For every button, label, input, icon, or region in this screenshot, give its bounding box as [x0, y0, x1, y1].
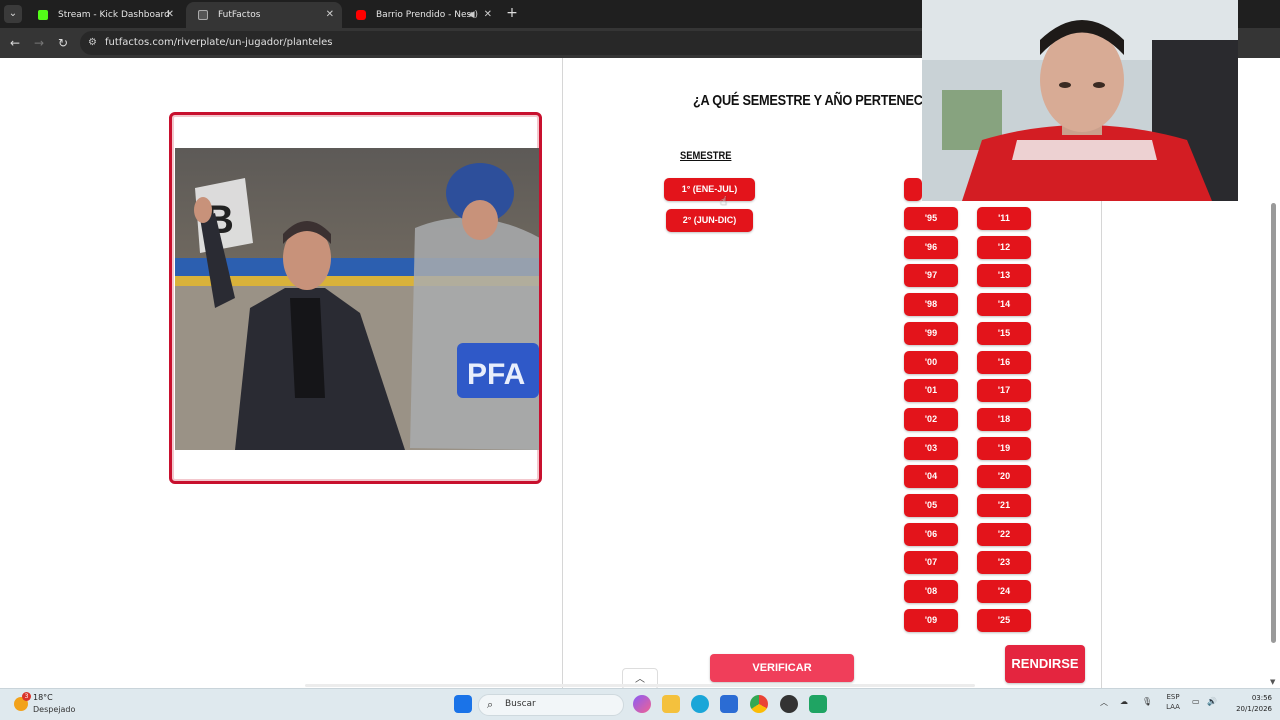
- year-button-hidden[interactable]: [904, 178, 922, 201]
- year-button[interactable]: '24: [977, 580, 1031, 604]
- year-button[interactable]: '25: [977, 608, 1031, 632]
- tab-title: Barrio Prendido - Nestor En: [376, 10, 472, 20]
- svg-text:PFA: PFA: [467, 358, 525, 391]
- year-button[interactable]: '98: [904, 293, 958, 317]
- hand-cursor-icon: ☝: [720, 194, 728, 208]
- xbox-icon[interactable]: [809, 695, 827, 713]
- year-button[interactable]: '02: [904, 407, 958, 431]
- surrender-button[interactable]: RENDIRSE: [1005, 645, 1085, 683]
- reload-icon[interactable]: ↻: [54, 34, 72, 52]
- stadium-photo-image: B PFA: [175, 148, 539, 450]
- webcam-overlay: [922, 0, 1238, 201]
- year-button[interactable]: '00: [904, 350, 958, 374]
- year-button[interactable]: '01: [904, 379, 958, 403]
- futfactos-icon: [198, 10, 208, 20]
- back-arrow-icon[interactable]: ←: [6, 34, 24, 52]
- search-placeholder: Buscar: [505, 699, 536, 709]
- year-button[interactable]: '09: [904, 608, 958, 632]
- tab-search-chevron-icon[interactable]: ⌄: [4, 5, 22, 23]
- year-button[interactable]: '13: [977, 264, 1031, 288]
- language-indicator[interactable]: ESP LAA: [1163, 692, 1183, 712]
- year-button[interactable]: '96: [904, 235, 958, 259]
- player-photo: B PFA: [175, 148, 539, 450]
- year-button[interactable]: '18: [977, 407, 1031, 431]
- year-button[interactable]: '15: [977, 321, 1031, 345]
- column-divider: [562, 58, 563, 688]
- clock-time: 03:56: [1251, 694, 1272, 702]
- windows-start-icon[interactable]: [454, 695, 472, 713]
- year-button[interactable]: '97: [904, 264, 958, 288]
- speaker-icon[interactable]: ◀): [468, 2, 478, 28]
- year-button[interactable]: '08: [904, 580, 958, 604]
- year-button[interactable]: '22: [977, 522, 1031, 546]
- tab-futfactos[interactable]: FutFactos ✕: [186, 2, 342, 28]
- volume-icon[interactable]: 🔊: [1207, 697, 1217, 706]
- semester-heading: SEMESTRE: [680, 150, 732, 162]
- network-icon[interactable]: ▭: [1192, 697, 1200, 706]
- year-button[interactable]: '06: [904, 522, 958, 546]
- horizontal-scrollbar[interactable]: [305, 684, 975, 687]
- year-button[interactable]: '99: [904, 321, 958, 345]
- year-button[interactable]: '19: [977, 436, 1031, 460]
- year-button[interactable]: '04: [904, 465, 958, 489]
- player-photo-frame: B PFA: [169, 112, 542, 484]
- verify-button[interactable]: VERIFICAR SEMESTRE/AÑO: [710, 654, 854, 702]
- year-button[interactable]: '05: [904, 494, 958, 517]
- quiz-question: ¿A QUÉ SEMESTRE Y AÑO PERTENECE L: [693, 92, 942, 109]
- year-button[interactable]: '23: [977, 551, 1031, 575]
- year-button[interactable]: '14: [977, 293, 1031, 317]
- tab-title: FutFactos: [218, 10, 261, 20]
- streamer-webcam-image: [922, 0, 1238, 201]
- scrollbar-thumb[interactable]: [1271, 203, 1276, 643]
- chrome-icon[interactable]: [750, 695, 768, 713]
- year-button[interactable]: '17: [977, 379, 1031, 403]
- copilot-icon[interactable]: [633, 695, 651, 713]
- weather-condition: Despejado: [33, 705, 76, 714]
- kick-icon: [38, 10, 48, 20]
- weather-widget[interactable]: 3 18°C Despejado: [14, 692, 94, 717]
- year-button[interactable]: '12: [977, 235, 1031, 259]
- close-tab-icon[interactable]: ✕: [166, 2, 174, 28]
- weather-badge: 3: [22, 692, 31, 701]
- year-button[interactable]: '16: [977, 350, 1031, 374]
- obs-icon[interactable]: [780, 695, 798, 713]
- tab-title: Stream - Kick Dashboard: [58, 10, 170, 20]
- clock-date: 20/1/2026: [1236, 705, 1272, 713]
- year-button[interactable]: '07: [904, 551, 958, 575]
- youtube-icon: [356, 10, 366, 20]
- new-tab-plus-icon[interactable]: +: [504, 4, 520, 22]
- url-text[interactable]: futfactos.com/riverplate/un-jugador/plan…: [105, 31, 332, 55]
- close-tab-icon[interactable]: ✕: [484, 2, 492, 28]
- tab-kick-dashboard[interactable]: Stream - Kick Dashboard ✕: [26, 2, 182, 28]
- year-button[interactable]: '11: [977, 207, 1031, 230]
- year-button[interactable]: '21: [977, 494, 1031, 517]
- site-info-icon[interactable]: ⚙: [88, 35, 100, 51]
- store-icon[interactable]: [720, 695, 738, 713]
- forward-arrow-icon[interactable]: →: [30, 34, 48, 52]
- scroll-down-arrow-icon[interactable]: ▼: [1270, 678, 1278, 686]
- year-button[interactable]: '95: [904, 207, 958, 230]
- windows-taskbar: 3 18°C Despejado ⌕ Buscar ︿ ☁ 🎙 ESP LAA …: [0, 688, 1280, 720]
- taskbar-search[interactable]: ⌕ Buscar: [478, 694, 624, 716]
- cloud-icon[interactable]: ☁: [1120, 697, 1128, 706]
- semester-2-button[interactable]: 2° (JUN-DIC): [666, 209, 753, 232]
- show-hidden-icons-chevron-icon[interactable]: ︿: [1100, 697, 1108, 708]
- year-button[interactable]: '20: [977, 465, 1031, 489]
- system-clock[interactable]: 03:56 20/1/2026: [1222, 693, 1272, 715]
- keyboard-layout: LAA: [1166, 703, 1180, 711]
- microphone-icon[interactable]: 🎙: [1142, 697, 1152, 706]
- year-button[interactable]: '03: [904, 436, 958, 460]
- edge-icon[interactable]: [691, 695, 709, 713]
- language-code: ESP: [1166, 693, 1180, 701]
- column-divider-right: [1101, 200, 1102, 688]
- semester-1-button[interactable]: 1° (ENE-JUL): [664, 178, 755, 201]
- search-icon: ⌕: [487, 698, 494, 711]
- temperature: 18°C: [33, 693, 53, 702]
- tab-youtube[interactable]: Barrio Prendido - Nestor En ◀) ✕: [344, 2, 500, 28]
- address-bar[interactable]: ⚙ futfactos.com/riverplate/un-jugador/pl…: [80, 31, 940, 55]
- close-tab-icon[interactable]: ✕: [326, 2, 334, 28]
- file-explorer-icon[interactable]: [662, 695, 680, 713]
